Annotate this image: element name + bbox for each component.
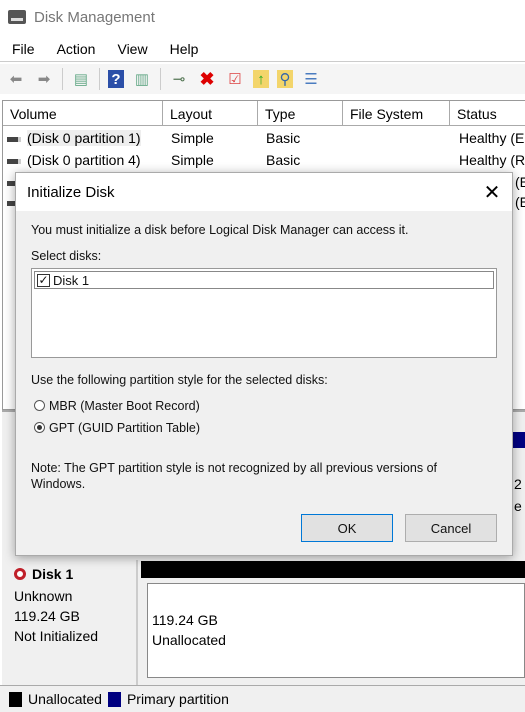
- table-row[interactable]: (Disk 0 partition 4) Simple Basic Health…: [3, 149, 525, 171]
- folder-up-icon[interactable]: ↑: [253, 70, 269, 88]
- mbr-label: MBR (Master Boot Record): [49, 399, 200, 413]
- gpt-radio[interactable]: GPT (GUID Partition Table): [34, 421, 200, 435]
- legend-primary-partition: Primary partition: [126, 691, 229, 707]
- partition-label: Unallocated: [152, 632, 226, 648]
- dialog-intro-text: You must initialize a disk before Logica…: [31, 223, 409, 237]
- ok-button[interactable]: OK: [301, 514, 393, 542]
- radio-selected-icon: [34, 422, 45, 433]
- disk-name: Disk 1: [32, 566, 74, 582]
- volume-icon: [7, 158, 21, 164]
- disk-listbox[interactable]: ✓ Disk 1: [31, 268, 497, 358]
- toolbar-separator: [160, 68, 161, 90]
- mbr-radio[interactable]: MBR (Master Boot Record): [34, 399, 200, 413]
- status-cell: Healthy (R: [459, 152, 525, 168]
- gpt-note: Note: The GPT partition style is not rec…: [31, 461, 437, 491]
- column-layout[interactable]: Layout: [163, 101, 258, 126]
- toolbar-separator: [99, 68, 100, 90]
- type-cell: Basic: [266, 130, 301, 146]
- unallocated-partition[interactable]: 119.24 GB Unallocated: [147, 583, 525, 678]
- disk-kind: Unknown: [14, 588, 73, 604]
- window-title: Disk Management: [34, 8, 155, 26]
- action-pane-icon[interactable]: ▥: [132, 70, 152, 88]
- column-file-system[interactable]: File System: [343, 101, 450, 126]
- toolbar-separator: [62, 68, 63, 90]
- hidden-text: 2: [514, 476, 522, 492]
- unallocated-bar: [141, 561, 525, 578]
- disk-management-icon: [8, 10, 26, 24]
- delete-icon[interactable]: ✖: [197, 69, 217, 89]
- menu-file[interactable]: File: [12, 38, 35, 61]
- layout-cell: Simple: [171, 152, 214, 168]
- status-cell: Healthy (E: [459, 130, 525, 146]
- close-icon[interactable]: ✕: [472, 180, 512, 205]
- status-cell: (E: [515, 174, 525, 190]
- dialog-title-bar: Initialize Disk ✕: [16, 173, 512, 211]
- menu-view[interactable]: View: [117, 38, 147, 61]
- volume-icon: [7, 136, 21, 142]
- disk-1-info[interactable]: Disk 1 Unknown 119.24 GB Not Initialized: [2, 560, 138, 685]
- table-row[interactable]: (Disk 0 partition 1) Simple Basic Health…: [3, 127, 525, 149]
- toolbar: ⬅ ➡ ▤ ? ▥ ⊸ ✖ ☑ ↑ ⚲ ☰: [0, 64, 525, 94]
- back-arrow-icon[interactable]: ⬅: [6, 70, 26, 88]
- hidden-text: e: [514, 498, 522, 514]
- type-cell: Basic: [266, 152, 301, 168]
- menu-action[interactable]: Action: [57, 38, 96, 61]
- disk-error-icon: [14, 568, 26, 580]
- unallocated-swatch: [9, 691, 22, 707]
- settings-list-icon[interactable]: ☰: [301, 70, 321, 88]
- select-disks-label: Select disks:: [31, 249, 102, 263]
- legend: Unallocated Primary partition: [0, 685, 525, 712]
- legend-unallocated: Unallocated: [28, 691, 102, 707]
- volume-name: (Disk 0 partition 1): [27, 130, 141, 146]
- gpt-label: GPT (GUID Partition Table): [49, 421, 200, 435]
- volume-name: (Disk 0 partition 4): [27, 152, 141, 168]
- disk-list-item[interactable]: ✓ Disk 1: [34, 271, 494, 289]
- column-volume[interactable]: Volume: [3, 101, 163, 126]
- column-status[interactable]: Status: [450, 101, 525, 126]
- column-type[interactable]: Type: [258, 101, 343, 126]
- status-cell: (E: [515, 194, 525, 210]
- layout-cell: Simple: [171, 130, 214, 146]
- disk-size: 119.24 GB: [14, 608, 80, 624]
- radio-icon: [34, 400, 45, 411]
- dialog-title: Initialize Disk: [27, 183, 115, 201]
- disk-checkbox[interactable]: ✓: [37, 273, 50, 287]
- menu-bar: File Action View Help: [0, 38, 525, 62]
- connect-drive-icon[interactable]: ⊸: [169, 70, 189, 88]
- menu-help[interactable]: Help: [170, 38, 199, 61]
- primary-partition-swatch: [107, 691, 121, 707]
- cancel-button[interactable]: Cancel: [405, 514, 497, 542]
- console-tree-icon[interactable]: ▤: [71, 70, 91, 88]
- forward-arrow-icon[interactable]: ➡: [34, 70, 54, 88]
- partition-size: 119.24 GB: [152, 612, 218, 628]
- partition-style-label: Use the following partition style for th…: [31, 373, 328, 387]
- disk-item-label: Disk 1: [53, 272, 90, 288]
- folder-search-icon[interactable]: ⚲: [277, 70, 293, 88]
- disk-state: Not Initialized: [14, 628, 99, 644]
- initialize-disk-dialog: Initialize Disk ✕ You must initialize a …: [15, 172, 513, 556]
- title-bar: Disk Management: [0, 0, 525, 34]
- help-icon[interactable]: ?: [108, 70, 124, 88]
- properties-icon[interactable]: ☑: [225, 70, 245, 88]
